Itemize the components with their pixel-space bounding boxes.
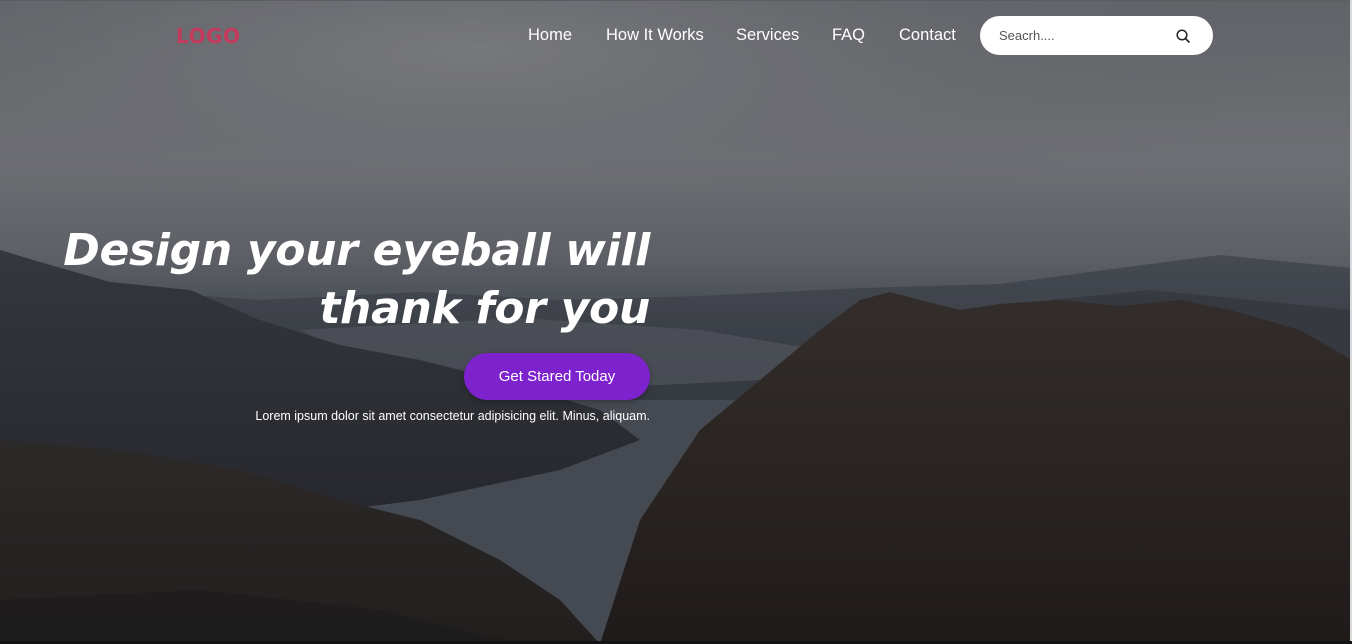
search-box: [980, 16, 1213, 55]
hero-headline-line1: Design your eyeball will: [63, 225, 650, 276]
logo[interactable]: LOGO: [176, 24, 240, 48]
nav-home[interactable]: Home: [528, 24, 572, 46]
nav-how-it-works[interactable]: How It Works: [606, 24, 704, 46]
landing-page: LOGO Home How It Works Services FAQ Cont…: [0, 0, 1352, 644]
nav-faq[interactable]: FAQ: [832, 24, 865, 46]
search-input[interactable]: [999, 25, 1169, 46]
nav-services[interactable]: Services: [736, 24, 799, 46]
top-edge-line: [0, 0, 1352, 1]
hero-subtext: Lorem ipsum dolor sit amet consectetur a…: [255, 409, 650, 423]
get-started-button[interactable]: Get Stared Today: [464, 353, 650, 400]
hero-headline-line2: thank for you: [319, 283, 650, 334]
nav-contact[interactable]: Contact: [899, 24, 956, 46]
search-icon[interactable]: [1175, 28, 1191, 44]
hero-headline: Design your eyeball will thank for you: [50, 222, 650, 338]
